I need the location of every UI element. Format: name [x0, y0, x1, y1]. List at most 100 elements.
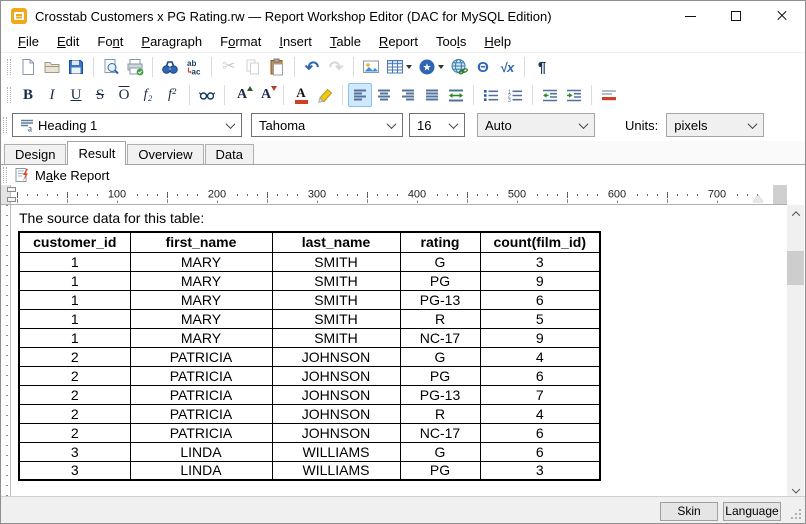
bold-button[interactable]: B	[16, 83, 40, 107]
minimize-button[interactable]	[667, 1, 713, 31]
insert-greek-letter-button[interactable]: Θ	[471, 55, 495, 79]
tab-data[interactable]: Data	[204, 144, 254, 164]
ruler-label: 200	[205, 188, 229, 200]
insert-table-button[interactable]	[383, 55, 407, 79]
menu-item[interactable]: Format	[211, 32, 270, 51]
menu-item[interactable]: Table	[321, 32, 370, 51]
formatting-marks-button[interactable]: ¶	[530, 55, 554, 79]
scroll-down-button[interactable]	[787, 479, 804, 496]
insert-formula-button[interactable]: √x	[495, 55, 519, 79]
make-report-button[interactable]: Make Report	[35, 168, 109, 183]
increase-indent-button[interactable]	[562, 83, 586, 107]
menu-item[interactable]: Report	[370, 32, 427, 51]
cell-rating: PG-13	[399, 384, 481, 405]
print-button[interactable]	[123, 55, 147, 79]
shrink-font-button[interactable]: A	[254, 83, 278, 107]
italic-button[interactable]: I	[40, 83, 64, 107]
cell-first-name: MARY	[129, 308, 273, 329]
align-left-button[interactable]	[348, 83, 372, 107]
subscript-button[interactable]: f₂	[136, 83, 160, 107]
units-combo[interactable]: pixels	[666, 113, 765, 137]
font-color-button[interactable]: A	[289, 83, 313, 107]
fit-width-button[interactable]	[444, 83, 468, 107]
cell-customer-id: 1	[18, 327, 131, 348]
font-combo[interactable]: Tahoma	[251, 113, 403, 137]
justify-button[interactable]	[420, 83, 444, 107]
print-preview-button[interactable]	[99, 55, 123, 79]
chevron-down-icon	[386, 118, 397, 129]
align-left-icon	[354, 89, 366, 100]
undo-button[interactable]: ↶	[300, 55, 324, 79]
redo-button[interactable]: ↷	[324, 55, 348, 79]
toolbar-grip[interactable]	[3, 167, 7, 183]
grow-font-button[interactable]: A	[230, 83, 254, 107]
bullet-list-button[interactable]	[479, 83, 503, 107]
underline-button[interactable]: U	[64, 83, 88, 107]
ruler-label: 100	[105, 188, 129, 200]
right-indent-marker[interactable]	[753, 195, 763, 202]
toolbar-grip[interactable]	[7, 87, 11, 103]
tab-result[interactable]: Result	[67, 141, 127, 165]
vertical-scrollbar[interactable]	[787, 205, 804, 496]
highlight-button[interactable]	[313, 83, 337, 107]
maximize-button[interactable]	[713, 1, 759, 31]
glasses-button[interactable]	[195, 83, 219, 107]
close-button[interactable]	[759, 1, 805, 31]
skin-button[interactable]: Skin	[660, 502, 718, 521]
menu-item[interactable]: Paragraph	[132, 32, 211, 51]
insert-image-button[interactable]	[359, 55, 383, 79]
menu-item[interactable]: Edit	[48, 32, 88, 51]
paste-icon	[270, 58, 283, 76]
align-right-button[interactable]	[396, 83, 420, 107]
cell-last-name: JOHNSON	[271, 365, 401, 386]
cell-customer-id: 2	[18, 384, 131, 405]
font-size-combo[interactable]: 16	[409, 113, 465, 137]
numbered-list-button[interactable]: 123	[503, 83, 527, 107]
cell-count: 9	[479, 270, 601, 291]
superscript-icon: f²	[167, 87, 177, 102]
resize-grip[interactable]	[799, 517, 801, 519]
insert-symbol-button[interactable]: ★	[415, 55, 439, 79]
tab-overview[interactable]: Overview	[127, 144, 204, 164]
font-color-combo[interactable]: Auto	[477, 113, 595, 137]
paragraph-style-combo[interactable]: a Heading 1	[12, 113, 242, 137]
cell-last-name: SMITH	[271, 308, 401, 329]
insert-hyperlink-button[interactable]	[447, 55, 471, 79]
toolbar-grip[interactable]	[3, 117, 7, 133]
overline-button[interactable]: O	[112, 83, 136, 107]
image-icon	[363, 60, 379, 73]
separator	[532, 85, 533, 105]
table-header-cell: customer_id	[18, 231, 131, 253]
first-line-indent-marker[interactable]	[7, 187, 16, 192]
superscript-button[interactable]: f²	[160, 83, 184, 107]
save-button[interactable]	[64, 55, 88, 79]
paste-button[interactable]	[265, 55, 289, 79]
fit-width-icon	[449, 89, 463, 101]
new-document-button[interactable]	[16, 55, 40, 79]
align-center-button[interactable]	[372, 83, 396, 107]
decrease-indent-button[interactable]	[538, 83, 562, 107]
toolbar-grip[interactable]	[7, 59, 11, 75]
symbol-star-icon: ★	[419, 59, 435, 75]
menu-item[interactable]: Tools	[427, 32, 475, 51]
ruler-label: 500	[505, 188, 529, 200]
menu-item[interactable]: File	[9, 32, 48, 51]
report-result-area[interactable]: The source data for this table: customer…	[11, 205, 787, 496]
menu-item[interactable]: Font	[88, 32, 132, 51]
scroll-up-button[interactable]	[787, 205, 804, 222]
cut-button[interactable]: ✂	[217, 55, 241, 79]
cell-customer-id: 2	[18, 403, 131, 424]
copy-button[interactable]	[241, 55, 265, 79]
horizontal-rule-button[interactable]	[597, 83, 621, 107]
scrollbar-thumb[interactable]	[787, 251, 804, 285]
strikethrough-button[interactable]: S	[88, 83, 112, 107]
left-indent-marker[interactable]	[7, 197, 16, 202]
language-button[interactable]: Language	[723, 502, 781, 521]
tab-design[interactable]: Design	[4, 144, 67, 164]
menu-item[interactable]: Insert	[270, 32, 321, 51]
open-button[interactable]	[40, 55, 64, 79]
cell-first-name: MARY	[129, 327, 273, 348]
menu-item[interactable]: Help	[475, 32, 520, 51]
find-button[interactable]	[158, 55, 182, 79]
replace-button[interactable]: ab ac	[182, 55, 206, 79]
